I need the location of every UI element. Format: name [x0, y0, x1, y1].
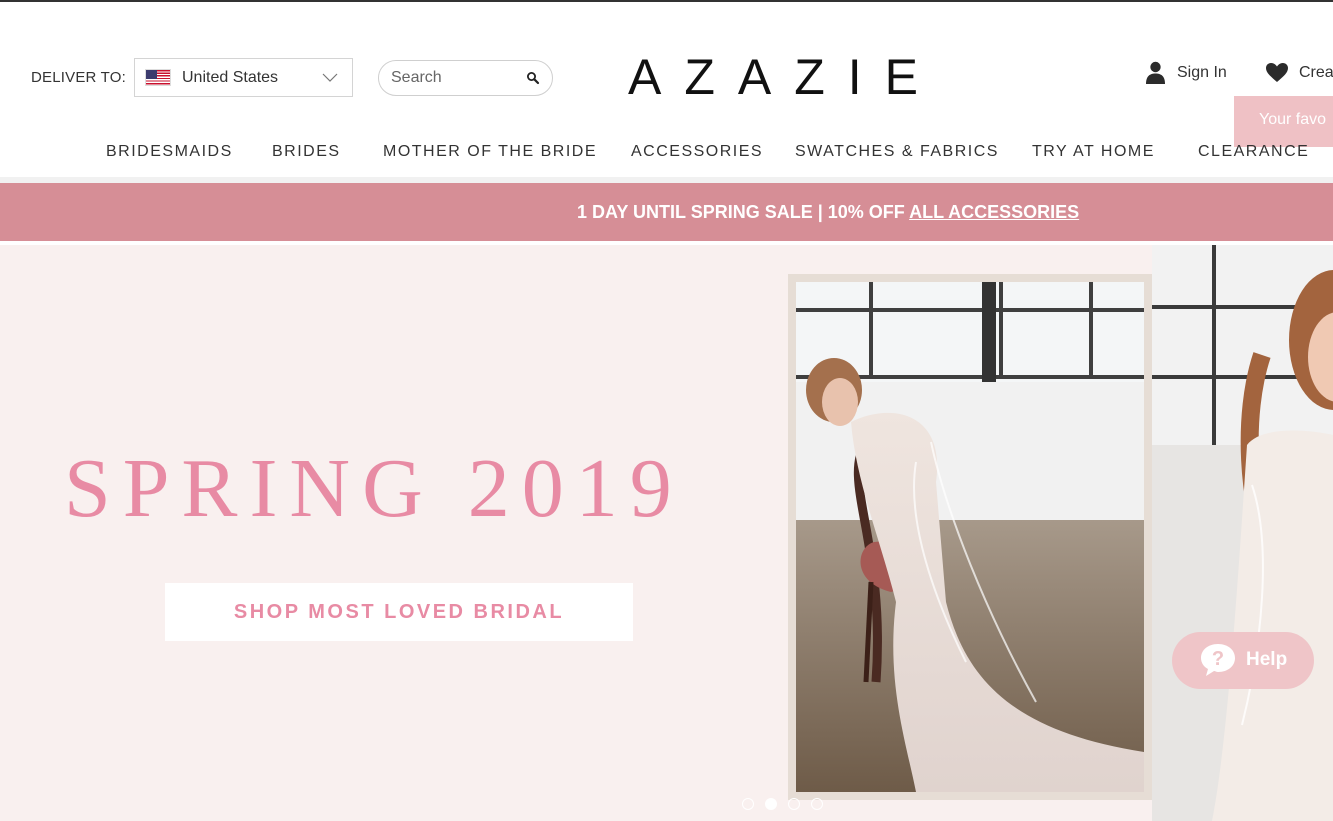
nav-swatches-fabrics[interactable]: SWATCHES & FABRICS — [795, 143, 999, 161]
nav-accessories[interactable]: ACCESSORIES — [631, 143, 763, 161]
site-logo[interactable]: AZAZIE — [628, 47, 948, 107]
hero-photo-frame — [788, 274, 1152, 800]
create-label: Crea — [1299, 63, 1333, 81]
heart-icon — [1266, 63, 1288, 82]
help-label: Help — [1246, 649, 1288, 670]
sign-in-label: Sign In — [1177, 63, 1227, 81]
shop-most-loved-bridal-button[interactable]: SHOP MOST LOVED BRIDAL — [165, 583, 633, 641]
search-icon[interactable] — [526, 71, 540, 85]
search-input[interactable] — [391, 68, 519, 88]
carousel-dots — [742, 798, 823, 810]
promo-text: 1 DAY UNTIL SPRING SALE | 10% OFF — [577, 202, 910, 222]
bride-photo[interactable] — [796, 282, 1144, 792]
nav-bridesmaids[interactable]: BRIDESMAIDS — [106, 143, 233, 161]
chevron-down-icon — [322, 73, 338, 82]
search-box[interactable] — [378, 60, 553, 96]
favorites-tooltip: Your favo — [1234, 96, 1333, 147]
hero-carousel: SPRING 2019 SHOP MOST LOVED BRIDAL ? Hel… — [0, 245, 1333, 821]
promo-banner: 1 DAY UNTIL SPRING SALE | 10% OFF ALL AC… — [0, 183, 1333, 241]
svg-text:?: ? — [1212, 648, 1224, 670]
nav-clearance[interactable]: CLEARANCE — [1198, 143, 1309, 161]
promo-link[interactable]: ALL ACCESSORIES — [909, 202, 1079, 222]
carousel-dot[interactable] — [788, 798, 800, 810]
country-select[interactable]: United States — [134, 58, 353, 97]
nav-try-at-home[interactable]: TRY AT HOME — [1032, 143, 1155, 161]
nav-brides[interactable]: BRIDES — [272, 143, 341, 161]
hero-title: SPRING 2019 — [64, 442, 684, 535]
country-value: United States — [182, 68, 279, 86]
help-chat-icon: ? — [1201, 644, 1235, 676]
top-border — [0, 0, 1333, 2]
nav-mother-of-the-bride[interactable]: MOTHER OF THE BRIDE — [383, 143, 597, 161]
carousel-dot-active[interactable] — [765, 798, 777, 810]
carousel-dot[interactable] — [811, 798, 823, 810]
deliver-to-label: DELIVER TO: — [31, 69, 127, 86]
wishlist-link[interactable]: Crea — [1265, 62, 1333, 83]
sign-in-link[interactable]: Sign In — [1145, 61, 1227, 84]
us-flag-icon — [145, 69, 171, 86]
help-button[interactable]: ? Help — [1172, 632, 1314, 689]
bride-photo-secondary[interactable] — [1152, 245, 1333, 821]
user-icon — [1146, 61, 1165, 84]
main-nav: BRIDESMAIDS BRIDES MOTHER OF THE BRIDE A… — [0, 143, 1333, 167]
carousel-dot[interactable] — [742, 798, 754, 810]
